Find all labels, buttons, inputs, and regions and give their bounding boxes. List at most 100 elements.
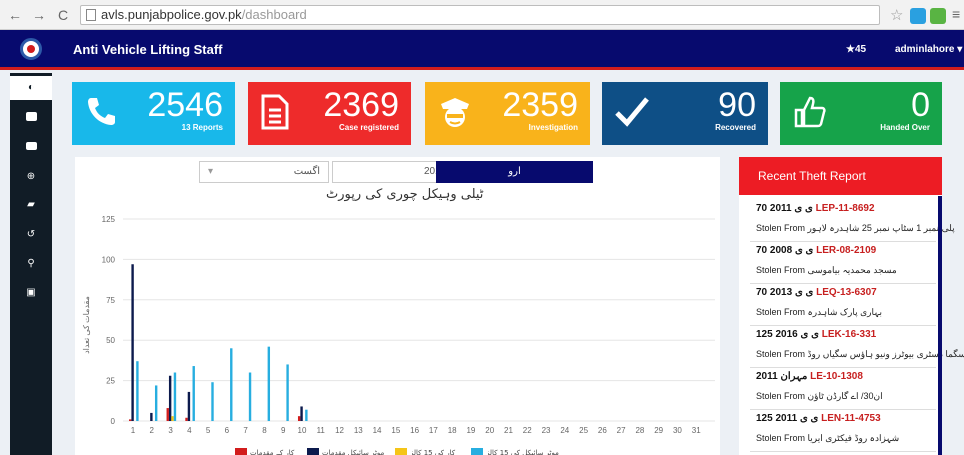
recent-theft-item[interactable]: 125 2011 ی ی LEN-11-4753 Stolen From شہزا… [750, 410, 936, 452]
vehicle-registration[interactable]: LER-08-2109 [816, 245, 876, 256]
extension-green-icon[interactable] [930, 8, 946, 24]
recent-theft-panel: Recent Theft Report 70 2011 ی ی LEP-11-8… [739, 157, 964, 455]
sidebar-list-icon[interactable] [10, 136, 52, 160]
bar[interactable] [166, 408, 169, 421]
stolen-from-label: Stolen From [756, 223, 808, 233]
recent-theft-item[interactable]: 70 2013 ی ی LEQ-13-6307 Stolen From بہاری… [750, 284, 936, 326]
stolen-from-label: Stolen From [756, 307, 808, 317]
sidebar-car-icon[interactable]: ▰ [10, 193, 52, 217]
vehicle-model: ی ی [794, 203, 816, 214]
x-tick-label: 8 [262, 426, 267, 435]
card-investigation[interactable]: 2359 Investigation [425, 82, 590, 145]
recent-theft-item[interactable]: 125 2016 ی ی LEK-16-331 Stolen From سگما … [750, 326, 964, 368]
user-menu[interactable]: adminlahore ▾ [895, 44, 962, 55]
stolen-from: Stolen From ان30/ اے گارڈن ٹاؤن [756, 391, 883, 402]
bar[interactable] [168, 375, 172, 421]
vehicle-year: 125 2011 [756, 413, 800, 424]
forward-icon[interactable]: → [30, 6, 48, 24]
phone-icon [88, 98, 115, 125]
card-label: Case registered [338, 123, 399, 132]
address-bar[interactable]: avls.punjabpolice.gov.pk/dashboard [80, 5, 880, 25]
bar[interactable] [297, 416, 301, 421]
card-recovered[interactable]: 90 Recovered [602, 82, 768, 145]
y-tick-label: 125 [102, 215, 116, 224]
card-label: Investigation [528, 123, 578, 132]
bar[interactable] [300, 406, 303, 421]
card-value: 2369 [323, 86, 399, 124]
bar[interactable] [305, 409, 308, 421]
vehicle-title: 70 2013 ی ی LEQ-13-6307 [756, 287, 877, 298]
y-tick-label: 25 [106, 377, 115, 386]
stars-count[interactable]: ★45 [846, 44, 866, 55]
bar[interactable] [230, 348, 233, 421]
month-select[interactable]: ▾ اگست [199, 161, 329, 183]
bar[interactable] [248, 372, 252, 421]
recent-theft-item[interactable]: 70 2011 ی ی LEP-11-8692 Stolen From پلی ن… [750, 200, 955, 242]
x-tick-label: 26 [598, 426, 607, 435]
reload-icon[interactable]: C [54, 6, 72, 24]
sidebar-briefcase-icon[interactable] [10, 107, 52, 131]
stolen-location: پلی نمبر 1 سٹاپ نمبر 25 شاہدرہ لاہور [807, 223, 955, 233]
sidebar-report-icon[interactable]: ▣ [10, 281, 52, 305]
vehicle-registration[interactable]: LE-10-1308 [810, 371, 863, 382]
x-tick-label: 12 [335, 426, 344, 435]
x-tick-label: 14 [373, 426, 382, 435]
vehicle-title: 125 2011 ی ی LEN-11-4753 [756, 413, 881, 424]
y-tick-label: 100 [102, 255, 116, 264]
checkmark-icon [615, 97, 649, 127]
x-tick-label: 6 [225, 426, 230, 435]
x-tick-label: 4 [187, 426, 192, 435]
bar[interactable] [136, 361, 139, 421]
x-tick-label: 28 [635, 426, 644, 435]
bar[interactable] [286, 364, 289, 421]
bar[interactable] [185, 417, 188, 421]
recent-theft-item[interactable]: 2011 مہران LE-10-1308 Stolen From ان30/ ا… [750, 368, 936, 410]
sidebar-zoom-icon[interactable]: ⊕ [10, 165, 52, 189]
bookmark-star-icon[interactable]: ☆ [890, 6, 903, 24]
extension-s-icon[interactable] [910, 8, 926, 24]
bar[interactable] [129, 419, 132, 421]
stolen-from: Stolen From شہزادہ روڈ فیکٹری ایریا [756, 433, 899, 444]
vehicle-registration[interactable]: LEP-11-8692 [816, 203, 875, 214]
bar[interactable] [154, 385, 158, 421]
sidebar-search-icon[interactable]: ⚲ [10, 252, 52, 276]
url-path: /dashboard [241, 7, 307, 22]
vehicle-registration[interactable]: LEN-11-4753 [821, 413, 880, 424]
y-tick-label: 50 [106, 336, 115, 345]
vehicle-registration[interactable]: LEQ-13-6307 [816, 287, 877, 298]
page-icon [86, 9, 96, 21]
x-tick-label: 2 [150, 426, 155, 435]
bar[interactable] [150, 412, 153, 421]
bar[interactable] [173, 372, 177, 421]
x-tick-label: 29 [654, 426, 663, 435]
card-case-registered[interactable]: 2369 Case registered [248, 82, 411, 145]
police-logo-icon [20, 38, 42, 60]
police-icon [441, 98, 469, 127]
vehicle-title: 70 2008 ی ی LER-08-2109 [756, 245, 876, 256]
scrollbar[interactable] [938, 196, 942, 455]
bar[interactable] [187, 391, 191, 421]
go-button[interactable]: ارو [436, 161, 593, 183]
sidebar-dashboard-icon[interactable]: ◐ [10, 76, 52, 100]
vehicle-registration[interactable]: LEK-16-331 [822, 329, 876, 340]
back-icon[interactable]: ← [6, 6, 24, 24]
card-reports[interactable]: 2546 13 Reports [72, 82, 235, 145]
x-tick-label: 21 [504, 426, 513, 435]
y-tick-label: 75 [106, 296, 115, 305]
card-value: 2546 [147, 86, 223, 124]
card-handed-over[interactable]: 0 Handed Over [780, 82, 942, 145]
recent-theft-item[interactable]: 70 2008 ی ی LER-08-2109 Stolen From مسجد … [750, 242, 936, 284]
sidebar-undo-icon[interactable]: ↺ [10, 223, 52, 247]
bar[interactable] [171, 416, 174, 421]
app-title: Anti Vehicle Lifting Staff [73, 42, 223, 57]
bar[interactable] [192, 366, 195, 421]
legend-label: کار کے مقدمات [250, 449, 295, 455]
bar[interactable] [131, 264, 134, 421]
menu-icon[interactable]: ≡ [952, 6, 960, 22]
stolen-from-label: Stolen From [756, 265, 808, 275]
stolen-location: بہاری پارک شاہدرہ [807, 307, 882, 317]
stolen-from: Stolen From پلی نمبر 1 سٹاپ نمبر 25 شاہد… [756, 223, 955, 234]
chevron-down-icon: ▾ [208, 166, 214, 177]
bar[interactable] [267, 346, 271, 421]
bar[interactable] [211, 382, 214, 421]
